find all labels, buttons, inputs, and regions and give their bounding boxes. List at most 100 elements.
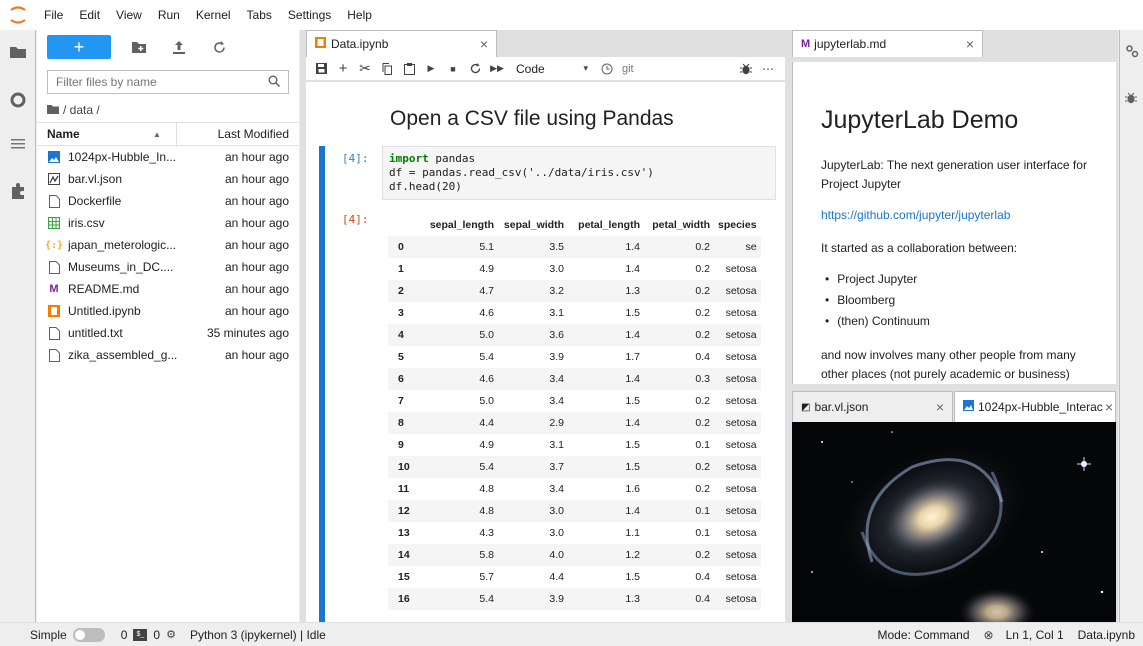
row-index: 5 bbox=[398, 351, 404, 363]
refresh-icon[interactable] bbox=[199, 35, 239, 59]
run-icon[interactable]: ▶ bbox=[420, 58, 442, 80]
running-icon[interactable] bbox=[9, 91, 27, 109]
table-cell: 3.2 bbox=[549, 285, 564, 297]
file-row[interactable]: untitled.txt 35 minutes ago bbox=[37, 322, 299, 344]
table-row: 8 4.4 2.9 1.4 0.2 setosa bbox=[388, 412, 761, 434]
notebook-tab-bar: Data.ipynb × bbox=[306, 30, 785, 57]
active-file-name: Data.ipynb bbox=[1077, 627, 1135, 642]
table-row: 3 4.6 3.1 1.5 0.2 setosa bbox=[388, 302, 761, 324]
menu-view[interactable]: View bbox=[108, 8, 150, 22]
modified-column-header[interactable]: Last Modified bbox=[218, 127, 289, 141]
bullet-icon: • bbox=[825, 272, 830, 286]
file-browser: + / data / Name ▲ Last Modified 1024px-H… bbox=[37, 30, 299, 622]
breadcrumb[interactable]: / data / bbox=[37, 98, 299, 122]
folder-icon[interactable] bbox=[9, 42, 27, 60]
file-row[interactable]: Dockerfile an hour ago bbox=[37, 190, 299, 212]
table-cell: 1.1 bbox=[625, 527, 640, 539]
github-link[interactable]: https://github.com/jupyter/jupyterlab bbox=[821, 208, 1010, 222]
file-row[interactable]: {:} japan_meterologic... an hour ago bbox=[37, 234, 299, 256]
restart-icon[interactable] bbox=[464, 58, 486, 80]
cell-type-dropdown[interactable]: Code ▾ bbox=[516, 59, 588, 79]
table-cell: setosa bbox=[725, 461, 757, 473]
table-cell: 3.1 bbox=[549, 307, 564, 319]
upload-icon[interactable] bbox=[159, 35, 199, 59]
mode-indicator: Mode: Command bbox=[877, 627, 970, 642]
table-cell: 0.2 bbox=[695, 417, 710, 429]
restart-run-all-icon[interactable]: ▶▶ bbox=[486, 58, 508, 80]
table-cell: 1.4 bbox=[625, 373, 640, 385]
input-prompt: [4]: bbox=[342, 152, 369, 165]
insert-cell-icon[interactable]: + bbox=[332, 58, 354, 80]
breadcrumb-path[interactable]: / data / bbox=[63, 103, 100, 117]
kernel-icon: ⚙ bbox=[166, 629, 176, 641]
paste-icon[interactable] bbox=[398, 58, 420, 80]
close-icon[interactable]: × bbox=[1104, 399, 1113, 415]
name-column-header[interactable]: Name bbox=[47, 127, 80, 141]
debugger-icon[interactable] bbox=[735, 58, 757, 80]
file-row[interactable]: zika_assembled_g... an hour ago bbox=[37, 344, 299, 366]
save-icon[interactable] bbox=[310, 58, 332, 80]
file-name: Untitled.ipynb bbox=[68, 304, 141, 318]
menu-edit[interactable]: Edit bbox=[71, 8, 108, 22]
tab-bar-vl-json[interactable]: ◩ bar.vl.json × bbox=[792, 391, 953, 422]
file-row[interactable]: M README.md an hour ago bbox=[37, 278, 299, 300]
bullet-icon: • bbox=[825, 293, 830, 307]
list-item-text: (then) Continuum bbox=[837, 314, 930, 328]
git-label[interactable]: git bbox=[622, 63, 634, 75]
property-inspector-icon[interactable] bbox=[1125, 44, 1139, 61]
close-icon[interactable]: × bbox=[480, 36, 488, 52]
file-name: iris.csv bbox=[68, 216, 105, 230]
close-icon[interactable]: × bbox=[966, 36, 974, 52]
file-row[interactable]: iris.csv an hour ago bbox=[37, 212, 299, 234]
file-row[interactable]: bar.vl.json an hour ago bbox=[37, 168, 299, 190]
menu-run[interactable]: Run bbox=[150, 8, 188, 22]
row-index: 1 bbox=[398, 263, 404, 275]
table-cell: 5.0 bbox=[479, 329, 494, 341]
clock-icon[interactable] bbox=[596, 58, 618, 80]
tab-hubble-image[interactable]: 1024px-Hubble_Interac × bbox=[954, 391, 1116, 422]
file-icon bbox=[47, 260, 61, 274]
more-options-icon[interactable]: ⋯ bbox=[757, 58, 779, 80]
row-index: 14 bbox=[398, 549, 410, 561]
column-header bbox=[388, 214, 416, 236]
menu-tabs[interactable]: Tabs bbox=[239, 8, 280, 22]
table-cell: 5.0 bbox=[479, 395, 494, 407]
kernel-count[interactable]: 0 bbox=[153, 628, 160, 642]
cursor-position[interactable]: Ln 1, Col 1 bbox=[1006, 628, 1064, 642]
file-modified: an hour ago bbox=[224, 238, 289, 252]
file-row[interactable]: Museums_in_DC.... an hour ago bbox=[37, 256, 299, 278]
menu-file[interactable]: File bbox=[36, 8, 71, 22]
table-cell: 1.3 bbox=[625, 593, 640, 605]
simple-mode-toggle[interactable] bbox=[72, 627, 105, 642]
terminal-count[interactable]: 0 bbox=[121, 628, 128, 642]
menu-help[interactable]: Help bbox=[339, 8, 380, 22]
extension-icon[interactable] bbox=[9, 182, 27, 200]
notification-icon[interactable]: ⊗ bbox=[984, 628, 994, 642]
table-cell: 1.4 bbox=[625, 241, 640, 253]
code-cell-input[interactable]: import pandas df = pandas.read_csv('../da… bbox=[382, 146, 776, 200]
list-item: • Project Jupyter bbox=[825, 272, 930, 293]
cut-icon[interactable]: ✂ bbox=[354, 58, 376, 80]
new-folder-icon[interactable] bbox=[119, 35, 159, 59]
file-row[interactable]: Untitled.ipynb an hour ago bbox=[37, 300, 299, 322]
table-cell: 3.4 bbox=[549, 395, 564, 407]
menu-settings[interactable]: Settings bbox=[280, 8, 339, 22]
kernel-status[interactable]: Python 3 (ipykernel) | Idle bbox=[190, 628, 326, 642]
jupyter-logo-icon[interactable] bbox=[0, 0, 36, 30]
tab-jupyterlab-md[interactable]: M jupyterlab.md × bbox=[792, 30, 983, 57]
collab-list: • Project Jupyter • Bloomberg • (then) Contin… bbox=[825, 272, 930, 335]
left-sidebar bbox=[0, 30, 36, 622]
new-launcher-button[interactable]: + bbox=[47, 35, 111, 59]
menu-kernel[interactable]: Kernel bbox=[188, 8, 239, 22]
debugger-icon[interactable] bbox=[1125, 92, 1137, 107]
file-filter-field[interactable] bbox=[47, 70, 289, 94]
copy-icon[interactable] bbox=[376, 58, 398, 80]
toc-icon[interactable] bbox=[9, 135, 27, 153]
file-row[interactable]: 1024px-Hubble_In... an hour ago bbox=[37, 146, 299, 168]
stop-icon[interactable]: ■ bbox=[442, 58, 464, 80]
lower-tab-bar: ◩ bar.vl.json × 1024px-Hubble_Interac × bbox=[792, 391, 1116, 422]
tab-data-notebook[interactable]: Data.ipynb × bbox=[306, 30, 497, 57]
close-icon[interactable]: × bbox=[936, 399, 944, 415]
file-filter-input[interactable] bbox=[56, 75, 268, 89]
file-icon bbox=[47, 194, 61, 208]
